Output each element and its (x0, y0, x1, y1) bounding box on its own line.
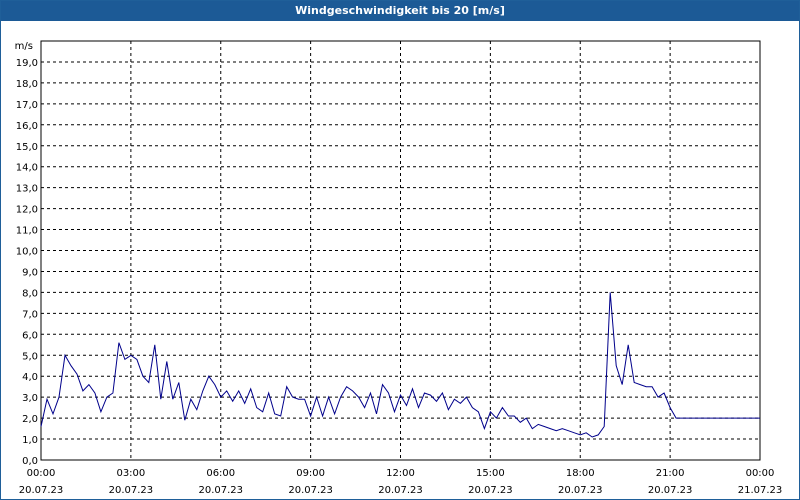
chart-window: Windgeschwindigkeit bis 20 [m/s] 0,0 1,0 2… (0, 0, 800, 500)
x-tick-time: 03:00 (116, 468, 145, 479)
y-tick-label: 5,0 (22, 351, 38, 362)
grid-lines (41, 41, 760, 460)
x-tick-date: 20.07.23 (19, 485, 64, 496)
x-tick-date: 20.07.23 (558, 485, 603, 496)
x-tick-date: 21.07.23 (738, 485, 783, 496)
y-tick-label: 13,0 (16, 184, 38, 195)
x-tick-time: 18:00 (566, 468, 595, 479)
y-tick-label: 4,0 (22, 372, 38, 383)
x-tick-time: 06:00 (206, 468, 235, 479)
y-tick-label: 17,0 (16, 100, 38, 111)
y-tick-label: 11,0 (16, 226, 38, 237)
x-tick-time: 09:00 (296, 468, 325, 479)
y-tick-label: 8,0 (22, 288, 38, 299)
y-tick-label: 1,0 (22, 435, 38, 446)
x-tick-date: 20.07.23 (648, 485, 693, 496)
y-tick-label: 3,0 (22, 393, 38, 404)
x-tick-date: 20.07.23 (198, 485, 243, 496)
chart-canvas: 0,0 1,0 2,0 3,0 4,0 5,0 6,0 7,0 8,0 9,0 10,0 11,0 12… (15, 40, 783, 496)
x-tick-date: 20.07.23 (288, 485, 333, 496)
x-tick-time: 00:00 (746, 468, 775, 479)
y-axis-ticks: 0,0 1,0 2,0 3,0 4,0 5,0 6,0 7,0 8,0 9,0 10,0 11,0 12… (16, 58, 38, 467)
y-tick-label: 10,0 (16, 247, 38, 258)
y-tick-label: 2,0 (22, 414, 38, 425)
y-tick-label: 12,0 (16, 205, 38, 216)
x-tick-date: 20.07.23 (468, 485, 513, 496)
x-tick-time: 00:00 (27, 468, 56, 479)
y-tick-label: 0,0 (22, 456, 38, 467)
x-axis-ticks: 00:00 20.07.23 03:00 20.07.23 06:00 20.07.23 0… (19, 468, 783, 496)
x-tick-date: 20.07.23 (109, 485, 154, 496)
y-tick-label: 19,0 (16, 58, 38, 69)
x-tick-date: 20.07.23 (378, 485, 423, 496)
y-tick-label: 9,0 (22, 267, 38, 278)
x-tick-time: 12:00 (386, 468, 415, 479)
y-tick-label: 7,0 (22, 309, 38, 320)
y-tick-label: 16,0 (16, 121, 38, 132)
y-tick-label: 18,0 (16, 79, 38, 90)
y-tick-label: 14,0 (16, 163, 38, 174)
y-tick-label: 15,0 (16, 142, 38, 153)
y-tick-label: 6,0 (22, 330, 38, 341)
x-tick-time: 15:00 (476, 468, 505, 479)
x-tick-time: 21:00 (656, 468, 685, 479)
y-axis-label: m/s (15, 41, 33, 52)
